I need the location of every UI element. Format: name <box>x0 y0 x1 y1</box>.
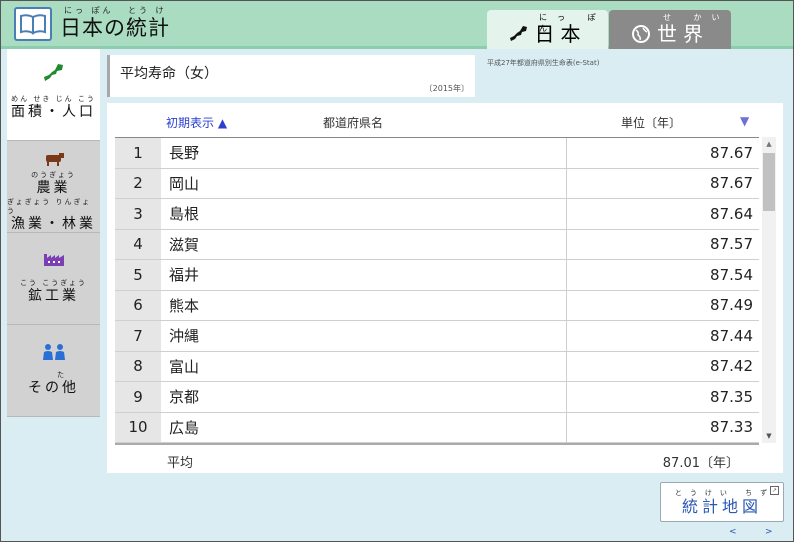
sort-initial-button[interactable]: 初期表示 ▲ <box>166 114 227 131</box>
value-cell: 87.42 <box>710 357 753 376</box>
average-row: 平均 87.01〔年〕 <box>115 443 759 473</box>
value-cell: 87.57 <box>710 235 753 254</box>
sidebar-item-label: その他 <box>28 380 79 396</box>
next-page-button[interactable]: > <box>765 527 773 537</box>
rank-cell: 2 <box>115 168 161 198</box>
sidebar-item-label: 農業 <box>36 180 71 196</box>
scroll-down-arrow-icon[interactable]: ▼ <box>762 429 776 443</box>
prefecture-cell: 岡山 <box>161 168 567 198</box>
table-row[interactable]: 6 熊本 87.49 <box>115 290 759 321</box>
indicator-panel: 平均寿命（女） 〔2015年〕 <box>107 55 475 97</box>
tab-japan[interactable]: にっ ぽん 日本 <box>487 10 608 49</box>
value-cell: 87.67 <box>710 174 753 193</box>
rank-cell: 7 <box>115 321 161 351</box>
rank-cell: 3 <box>115 199 161 229</box>
table-row[interactable]: 7 沖縄 87.44 <box>115 321 759 352</box>
sidebar-item-mining-industry[interactable]: こう こうぎょう 鉱工業 <box>7 233 100 325</box>
rank-cell: 10 <box>115 412 161 442</box>
rank-cell: 5 <box>115 260 161 290</box>
app-title: にっ ぽん とう けい 日本の統計 <box>60 5 170 41</box>
rank-cell: 4 <box>115 229 161 259</box>
sort-desc-button[interactable]: ▼ <box>740 114 749 128</box>
header: にっ ぽん とう けい 日本の統計 にっ ぽん 日本 せ かい 世界 <box>1 1 793 49</box>
prefecture-cell: 京都 <box>161 382 567 412</box>
average-label: 平均 <box>167 456 194 471</box>
value-cell: 87.33 <box>710 418 753 437</box>
factory-icon <box>43 254 64 266</box>
table-scrollbar[interactable]: ▲ ▼ <box>762 137 776 443</box>
scroll-up-arrow-icon[interactable]: ▲ <box>762 137 776 151</box>
prefecture-cell: 富山 <box>161 351 567 381</box>
external-link-icon: ↗ <box>770 486 779 495</box>
value-cell: 87.67 <box>710 143 753 162</box>
table-header: 初期表示 ▲ 都道府県名 単位〔年〕 ▼ <box>107 103 783 137</box>
prefecture-cell: 滋賀 <box>161 229 567 259</box>
rank-cell: 6 <box>115 290 161 320</box>
app-title-ruby-1: にっ ぽん <box>64 6 114 15</box>
prefecture-cell: 長野 <box>161 138 567 168</box>
sidebar: めん せき じん こう 面積・人口 のうぎょう 農業 ぎょぎょう りんぎょう 漁… <box>7 49 100 417</box>
cow-icon <box>45 153 64 166</box>
prefecture-cell: 熊本 <box>161 290 567 320</box>
tab-world[interactable]: せ かい 世界 <box>609 10 731 49</box>
sidebar-ruby: ぎょぎょう りんぎょう <box>7 198 92 215</box>
table-row[interactable]: 5 福井 87.54 <box>115 260 759 291</box>
indicator-year: 〔2015年〕 <box>424 84 469 93</box>
ranking-panel: 初期表示 ▲ 都道府県名 単位〔年〕 ▼ 1 長野 87.67 2 岡山 87.67 3… <box>107 103 783 473</box>
globe-icon <box>632 24 650 43</box>
japan-map-icon <box>43 64 63 81</box>
value-cell: 87.44 <box>710 326 753 345</box>
sidebar-item-label: 漁業・林業 <box>11 216 96 232</box>
prefecture-cell: 広島 <box>161 412 567 442</box>
sidebar-item-label: 鉱工業 <box>28 288 79 304</box>
table-row[interactable]: 3 島根 87.64 <box>115 199 759 230</box>
column-unit: 単位〔年〕 <box>621 116 682 130</box>
table-row[interactable]: 10 広島 87.33 <box>115 412 759 443</box>
sidebar-ruby: のうぎょう <box>31 171 76 179</box>
tab-world-label: 世界 <box>657 21 709 46</box>
prefecture-cell: 福井 <box>161 260 567 290</box>
app-title-ruby-2: とう けい <box>128 6 167 26</box>
sidebar-ruby: めん せき じん こう <box>11 95 96 103</box>
average-value: 87.01〔年〕 <box>662 456 739 471</box>
table-row[interactable]: 4 滋賀 87.57 <box>115 229 759 260</box>
rank-cell: 1 <box>115 138 161 168</box>
japan-map-icon <box>509 25 527 41</box>
app-window: にっ ぽん とう けい 日本の統計 にっ ぽん 日本 せ かい 世界 めん せき… <box>0 0 794 542</box>
rank-cell: 8 <box>115 351 161 381</box>
tab-world-ruby: せ かい <box>663 13 730 22</box>
value-cell: 87.35 <box>710 387 753 406</box>
people-icon <box>42 344 65 360</box>
prev-page-button[interactable]: < <box>729 527 737 537</box>
source-note: 平成27年都道府県別生命表(e-Stat) <box>487 59 600 67</box>
indicator-title: 平均寿命（女） <box>120 66 218 82</box>
sidebar-item-other[interactable]: た その他 <box>7 325 100 417</box>
table-row[interactable]: 8 富山 87.42 <box>115 351 759 382</box>
prefecture-cell: 島根 <box>161 199 567 229</box>
table-row[interactable]: 1 長野 87.67 <box>115 138 759 169</box>
book-logo-icon <box>14 7 52 41</box>
sidebar-ruby: こう こうぎょう <box>20 279 87 287</box>
ranking-table: 1 長野 87.67 2 岡山 87.67 3 島根 87.64 4 滋賀 87.57 5 福井 8… <box>115 137 759 443</box>
sidebar-ruby: た <box>57 371 66 379</box>
prefecture-cell: 沖縄 <box>161 321 567 351</box>
rank-cell: 9 <box>115 382 161 412</box>
stat-map-label: 統計地図 <box>681 497 762 516</box>
scroll-thumb[interactable] <box>763 153 775 211</box>
table-row[interactable]: 2 岡山 87.67 <box>115 168 759 199</box>
value-cell: 87.54 <box>710 265 753 284</box>
stat-map-button[interactable]: とうけい ちず 統計地図 ↗ <box>660 482 784 522</box>
value-cell: 87.49 <box>710 296 753 315</box>
sidebar-item-agriculture[interactable]: のうぎょう 農業 ぎょぎょう りんぎょう 漁業・林業 <box>7 141 100 233</box>
sidebar-item-area-population[interactable]: めん せき じん こう 面積・人口 <box>7 49 100 141</box>
table-row[interactable]: 9 京都 87.35 <box>115 382 759 413</box>
sidebar-item-label: 面積・人口 <box>11 104 96 120</box>
column-prefecture: 都道府県名 <box>323 116 384 130</box>
value-cell: 87.64 <box>710 204 753 223</box>
tab-japan-ruby: にっ ぽん <box>539 13 606 33</box>
